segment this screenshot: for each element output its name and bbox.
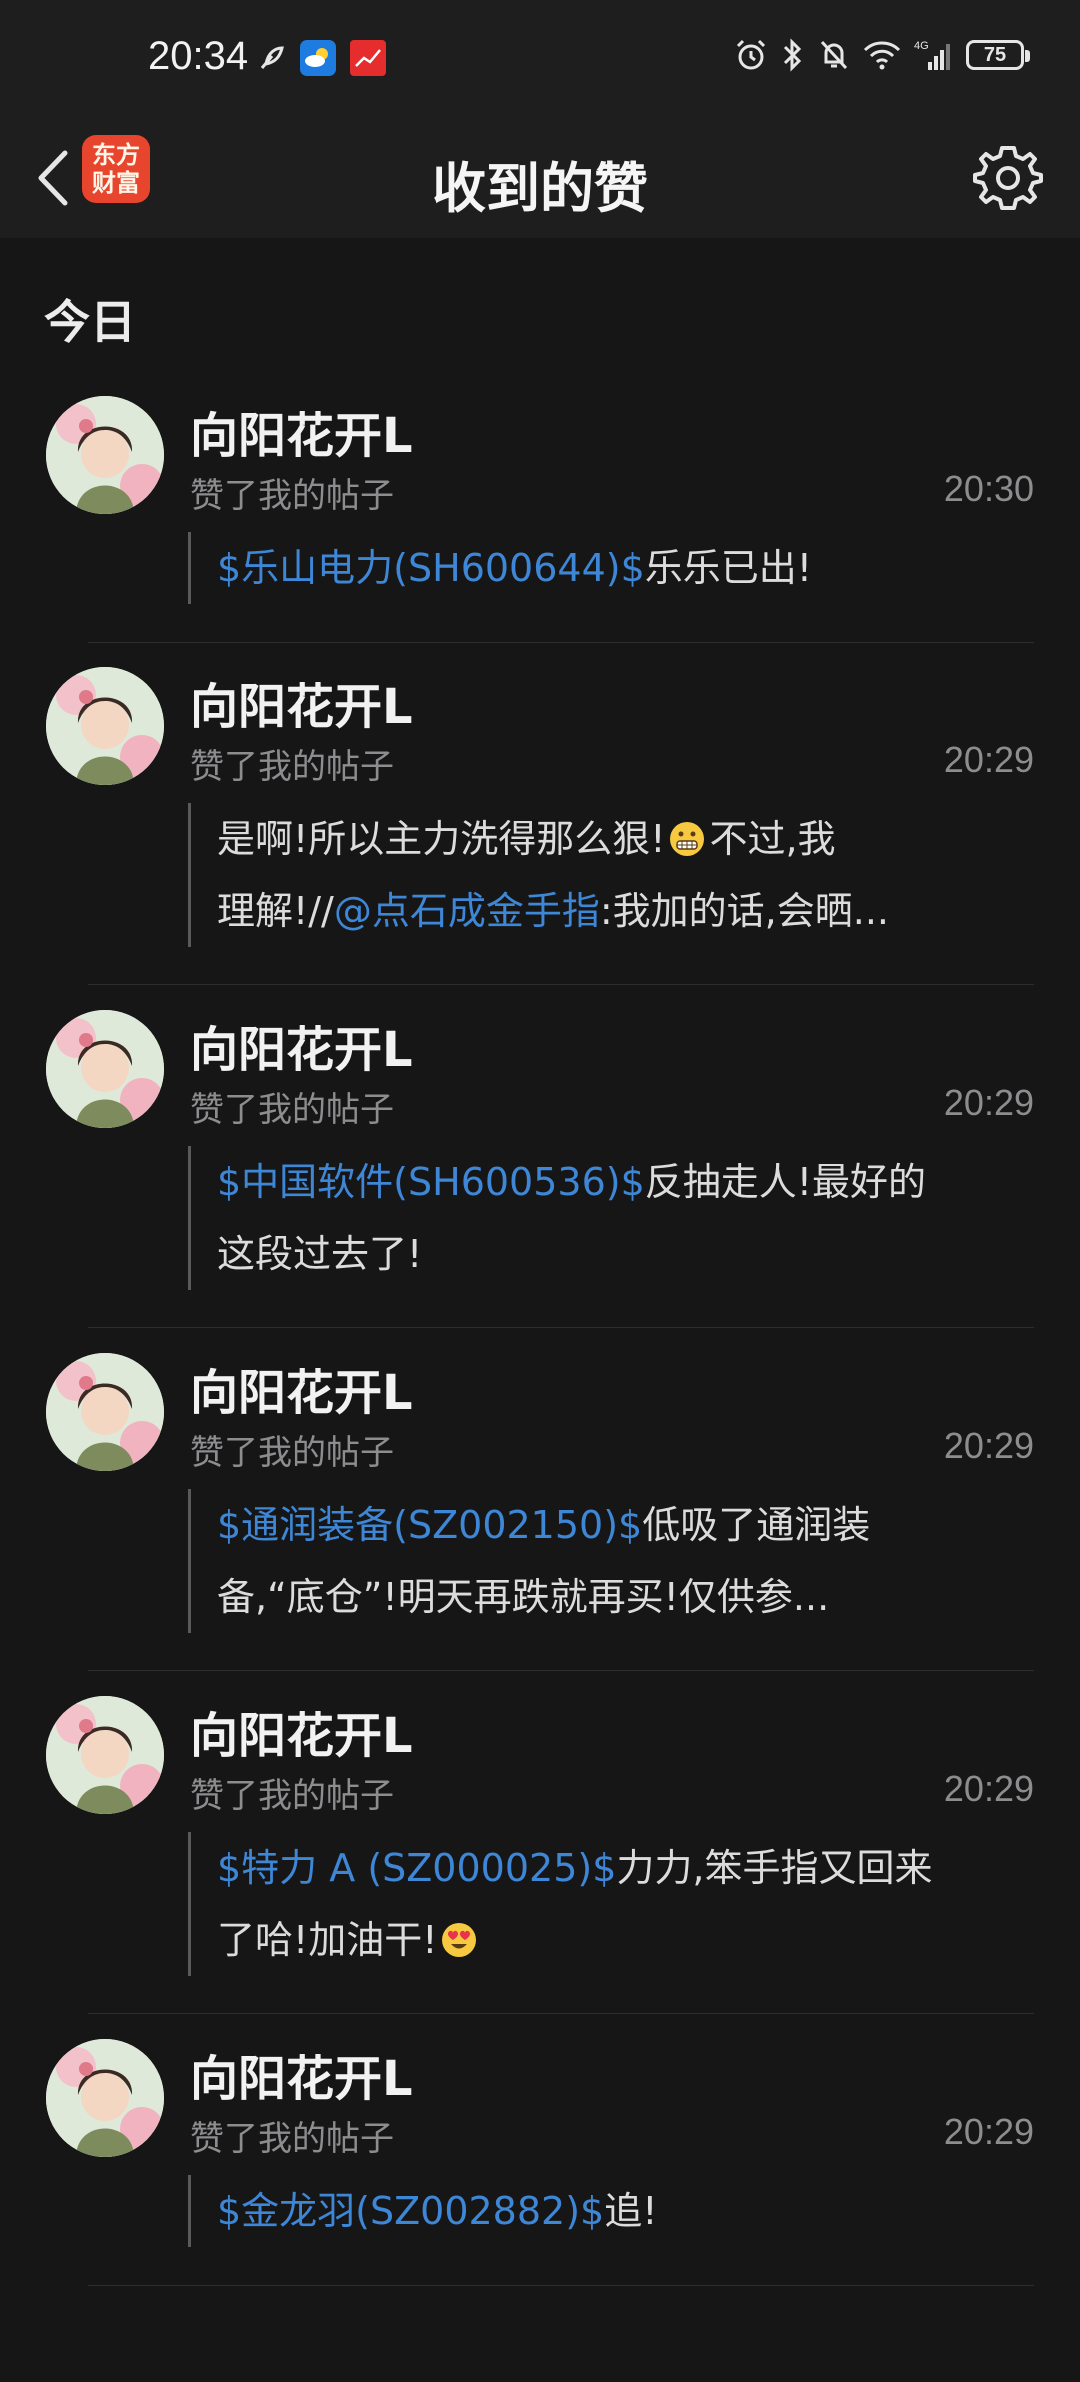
alarm-icon [734,38,768,72]
divider [88,1670,1034,1671]
avatar[interactable] [46,396,164,514]
stock-link[interactable]: $通润装备(SZ002150)$ [217,1503,642,1547]
divider [88,2285,1034,2286]
username[interactable]: 向阳花开L [190,1696,413,1766]
username[interactable]: 向阳花开L [190,1353,413,1423]
list-item[interactable]: 向阳花开L 赞了我的帖子 20:29 $特力 A (SZ000025)$力力,笨… [0,1696,1080,2039]
list-item[interactable]: 向阳花开L 赞了我的帖子 20:29 是啊!所以主力洗得那么狠! 不过,我 理解!… [0,667,1080,1010]
list-item[interactable]: 向阳花开L 赞了我的帖子 20:29 $通润装备(SZ002150)$低吸了通润… [0,1353,1080,1696]
username[interactable]: 向阳花开L [190,667,413,737]
action-text: 赞了我的帖子 [190,1090,394,1130]
status-time: 20:34 [148,34,249,78]
avatar[interactable] [46,667,164,785]
stock-link[interactable]: $乐山电力(SH600644)$ [217,546,645,590]
username[interactable]: 向阳花开L [190,396,413,466]
action-text: 赞了我的帖子 [190,1776,394,1816]
avatar[interactable] [46,1353,164,1471]
post-text-cont: :我加的话,会晒... [599,889,889,933]
action-text: 赞了我的帖子 [190,2119,394,2159]
post-text: 追! [604,2189,658,2233]
stock-link[interactable]: $特力 A (SZ000025)$ [217,1846,616,1890]
divider [88,1327,1034,1328]
weather-icon [300,40,336,76]
post-excerpt[interactable]: $特力 A (SZ000025)$力力,笨手指又回来 了哈!加油干! [188,1832,1028,1976]
system-icons: 4G 75 [734,38,1030,72]
mute-bell-icon [818,38,850,72]
timestamp: 20:29 [943,1425,1034,1466]
timestamp: 20:30 [943,468,1034,509]
action-text: 赞了我的帖子 [190,1433,394,1473]
post-text: 反抽走人!最好的 [644,1160,926,1204]
divider [88,2013,1034,2014]
timestamp: 20:29 [943,1082,1034,1123]
wifi-icon [862,39,902,71]
timestamp: 20:29 [943,2111,1034,2152]
heart-eyes-emoji-icon [442,1923,477,1957]
post-excerpt[interactable]: $金龙羽(SZ002882)$追! [188,2175,1028,2247]
post-excerpt[interactable]: 是啊!所以主力洗得那么狠! 不过,我 理解!//@点石成金手指:我加的话,会晒..… [188,803,1028,947]
grimace-emoji-icon [670,822,705,856]
divider [88,642,1034,643]
avatar[interactable] [46,1696,164,1814]
username[interactable]: 向阳花开L [190,2039,413,2109]
signal-icon: 4G [914,38,954,72]
battery-indicator: 75 [966,40,1030,70]
section-today-label: 今日 [44,295,136,349]
action-text: 赞了我的帖子 [190,747,394,787]
header-bar: 东方 财富 收到的赞 [0,120,1080,238]
post-text-cont: 不过,我 [709,817,836,861]
status-bar: 20:34 4G 75 [0,0,1080,120]
divider [88,984,1034,985]
stock-link[interactable]: $金龙羽(SZ002882)$ [217,2189,604,2233]
post-text-cont: 备,“底仓”!明天再跌就再买!仅供参... [217,1575,830,1619]
stock-app-icon [350,40,386,76]
post-text-cont: 了哈!加油干! [217,1918,438,1962]
list-item[interactable]: 向阳花开L 赞了我的帖子 20:29 $中国软件(SH600536)$反抽走人!… [0,1010,1080,1353]
post-excerpt[interactable]: $通润装备(SZ002150)$低吸了通润装 备,“底仓”!明天再跌就再买!仅供… [188,1489,1028,1633]
timestamp: 20:29 [943,1768,1034,1809]
notification-icons [258,40,386,76]
user-mention-link[interactable]: @点石成金手指 [334,889,600,933]
timestamp: 20:29 [943,739,1034,780]
avatar[interactable] [46,1010,164,1128]
avatar[interactable] [46,2039,164,2157]
feather-icon [258,44,286,72]
svg-text:4G: 4G [914,40,929,52]
post-text: 力力,笨手指又回来 [616,1846,933,1890]
username[interactable]: 向阳花开L [190,1010,413,1080]
post-text: 是啊!所以主力洗得那么狠! [217,817,666,861]
stock-link[interactable]: $中国软件(SH600536)$ [217,1160,645,1204]
page-title: 收到的赞 [432,157,648,220]
post-excerpt[interactable]: $乐山电力(SH600644)$乐乐已出! [188,532,1028,604]
bluetooth-icon [780,38,806,72]
list-item[interactable]: 向阳花开L 赞了我的帖子 20:29 $金龙羽(SZ002882)$追! [0,2039,1080,2382]
settings-button[interactable] [966,136,1050,220]
post-text: 低吸了通润装 [642,1503,871,1547]
action-text: 赞了我的帖子 [190,476,394,516]
post-text: 理解!// [217,889,334,933]
gear-icon [973,146,1043,210]
post-text: 乐乐已出! [644,546,812,590]
post-excerpt[interactable]: $中国软件(SH600536)$反抽走人!最好的 这段过去了! [188,1146,1028,1290]
post-text-cont: 这段过去了! [217,1232,423,1276]
